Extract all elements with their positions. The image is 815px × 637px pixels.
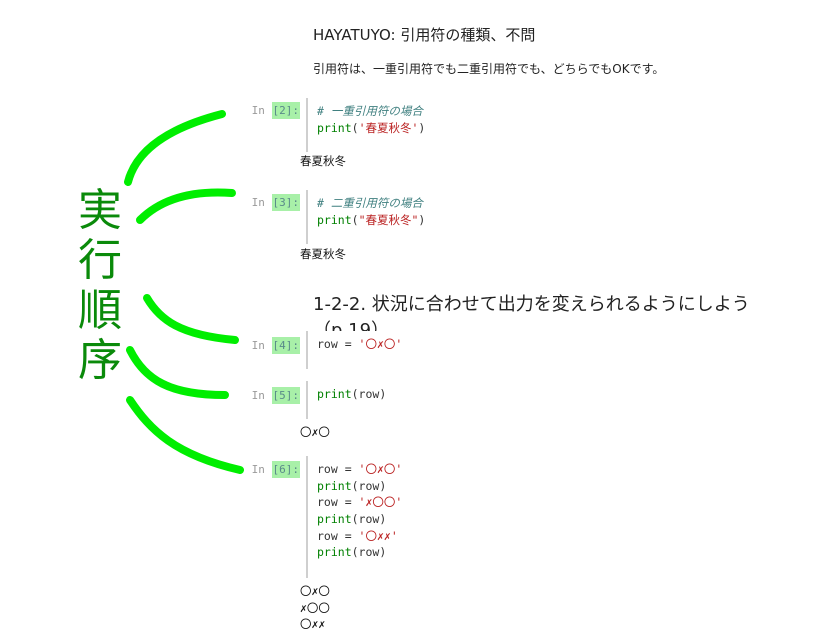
code-token: '〇✗〇': [358, 337, 403, 351]
code-token: "春夏秋冬": [358, 212, 419, 227]
code-line: print("春夏秋冬"): [317, 212, 797, 229]
cell-output: 春夏秋冬: [300, 153, 346, 170]
cell-prompt: In [5]:: [246, 387, 300, 404]
code-token: '春夏秋冬': [358, 120, 419, 135]
cell-output: 〇✗〇 ✗〇〇〇✗✗: [300, 583, 330, 633]
prompt-number: [4]:: [271, 337, 300, 354]
code-line: print(row): [317, 478, 797, 495]
code-cell[interactable]: print(row): [306, 381, 797, 419]
code-token: print: [317, 478, 352, 493]
code-line: print(row): [317, 511, 797, 528]
prompt-prefix: In: [251, 339, 272, 352]
code-token: ): [418, 120, 426, 135]
code-line: row = '✗〇〇': [317, 494, 797, 511]
code-token: '✗〇〇': [358, 495, 403, 510]
prompt-number: [3]:: [271, 194, 300, 211]
cell-prompt: In [6]:: [246, 461, 300, 478]
stroke-to-cell-4: [143, 294, 239, 344]
prompt-prefix: In: [251, 104, 272, 117]
code-token: (: [351, 212, 359, 227]
code-token: print: [317, 120, 352, 135]
code-token: '〇✗✗': [358, 528, 398, 543]
code-cell[interactable]: row = '〇✗〇' print(row) row = '✗〇〇' print(ro…: [306, 456, 797, 578]
cell-prompt: In [4]:: [246, 337, 300, 354]
code-token: # 一重引用符の場合: [317, 104, 423, 118]
code-line: # 一重引用符の場合: [317, 103, 797, 120]
code-token: row =: [317, 337, 359, 351]
prompt-number: [2]:: [271, 102, 300, 119]
code-token: print: [317, 212, 352, 227]
code-token: row =: [317, 462, 359, 476]
code-line: print('春夏秋冬'): [317, 120, 797, 137]
output-line: 〇✗〇: [300, 425, 330, 439]
code-line: row = '〇✗〇': [317, 336, 797, 353]
cell-output: 春夏秋冬: [300, 246, 346, 263]
code-token: ): [418, 212, 426, 227]
stroke-to-cell-6: [126, 396, 244, 474]
code-token: row =: [317, 495, 359, 510]
output-line: ✗〇〇: [300, 600, 330, 615]
code-token: print: [317, 545, 352, 560]
stroke-to-cell-3: [136, 188, 236, 224]
code-token: (row): [351, 545, 387, 560]
code-token: row =: [317, 528, 359, 543]
code-line: row = '〇✗〇': [317, 461, 797, 478]
output-line: 春夏秋冬: [300, 154, 346, 168]
code-line: row = '〇✗✗': [317, 528, 797, 545]
cell-prompt: In [2]:: [246, 102, 300, 119]
execution-order-label: 実行順序: [78, 185, 122, 386]
code-token: (row): [351, 512, 387, 527]
cell-prompt: In [3]:: [246, 194, 300, 211]
code-token: # 二重引用符の場合: [317, 196, 423, 210]
code-line: print(row): [317, 544, 797, 561]
code-cell[interactable]: # 一重引用符の場合 print('春夏秋冬'): [306, 98, 797, 152]
code-token: print: [317, 387, 352, 401]
cell-output: 〇✗〇: [300, 424, 330, 441]
stroke-to-cell-2: [124, 110, 226, 186]
prompt-number: [5]:: [271, 387, 300, 404]
code-token: (row): [351, 478, 387, 493]
code-token: print: [317, 512, 352, 527]
code-token: (row): [351, 387, 387, 401]
output-line: 〇✗✗: [300, 617, 326, 631]
code-line: # 二重引用符の場合: [317, 195, 797, 212]
stroke-to-cell-5: [126, 346, 229, 399]
code-line: print(row): [317, 386, 797, 403]
prompt-number: [6]:: [271, 461, 300, 478]
output-line: 〇✗〇: [300, 584, 330, 598]
code-token: (: [351, 120, 359, 135]
output-line: 春夏秋冬: [300, 247, 346, 261]
prompt-prefix: In: [251, 463, 272, 476]
code-cell[interactable]: # 二重引用符の場合 print("春夏秋冬"): [306, 190, 797, 244]
code-cell[interactable]: row = '〇✗〇': [306, 331, 797, 369]
prompt-prefix: In: [251, 389, 272, 402]
code-token: '〇✗〇': [358, 462, 403, 476]
prompt-prefix: In: [251, 196, 272, 209]
